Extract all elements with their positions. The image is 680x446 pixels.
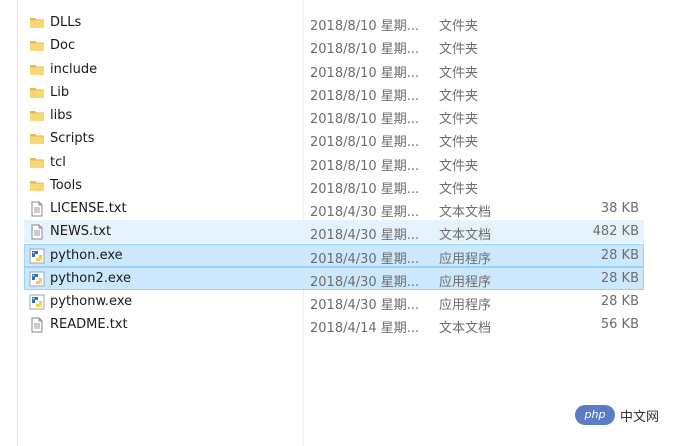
file-name: LICENSE.txt (50, 201, 127, 216)
folder-icon (29, 131, 45, 147)
file-type: 文件夹 (439, 42, 479, 58)
file-name: tcl (50, 154, 66, 170)
file-date-modified: 2018/8/10 星期... (310, 42, 420, 58)
file-date-modified: 2018/8/10 星期... (310, 112, 420, 127)
folder-icon (29, 155, 45, 171)
file-name: Scripts (50, 131, 95, 147)
watermark-text: 中文网 (620, 410, 660, 425)
file-row[interactable]: Scripts 2018/8/10 星期... 文件夹 (24, 127, 644, 150)
file-type: 文件夹 (439, 88, 479, 104)
file-row[interactable]: python.exe 2018/4/30 星期... 应用程序 28 KB (24, 243, 644, 267)
folder-icon (29, 108, 45, 124)
file-date-modified: 2018/4/14 星期... (310, 321, 420, 337)
file-name: DLLs (50, 15, 82, 30)
file-name: README.txt (50, 317, 128, 333)
file-list-pane: DLLs 2018/8/10 星期... 文件夹 Doc 2018/8/10 星期...… (0, 0, 680, 446)
file-type: 文本文档 (439, 205, 492, 220)
navigation-pane-divider[interactable] (17, 0, 18, 446)
file-type: 文件夹 (439, 19, 479, 34)
file-row[interactable]: Lib 2018/8/10 星期... 文件夹 (24, 81, 644, 104)
file-date-modified: 2018/8/10 星期... (310, 158, 420, 174)
file-type: 文件夹 (439, 112, 479, 127)
folder-icon (29, 178, 45, 194)
file-name: include (50, 61, 98, 77)
python-exe-icon (29, 271, 45, 287)
file-row[interactable]: include 2018/8/10 星期... 文件夹 (24, 58, 644, 81)
watermark-logo: php 中文网 (575, 404, 677, 426)
file-date-modified: 2018/4/30 星期... (310, 298, 420, 313)
file-row[interactable]: Doc 2018/8/10 星期... 文件夹 (24, 34, 644, 57)
file-name: python2.exe (50, 270, 131, 286)
file-row[interactable]: libs 2018/8/10 星期... 文件夹 (24, 104, 644, 127)
file-name: Tools (50, 177, 83, 193)
file-size: 482 KB (592, 224, 639, 240)
file-row[interactable]: pythonw.exe 2018/4/30 星期... 应用程序 28 KB (24, 290, 644, 313)
file-date-modified: 2018/4/30 星期... (310, 228, 420, 244)
python-exe-icon (29, 248, 45, 264)
file-type: 文件夹 (439, 181, 479, 197)
file-date-modified: 2018/8/10 星期... (310, 88, 420, 104)
file-size: 28 KB (600, 270, 639, 286)
folder-icon (29, 38, 45, 54)
file-date-modified: 2018/8/10 星期... (310, 181, 420, 197)
file-date-modified: 2018/4/30 星期... (310, 274, 420, 290)
file-row[interactable]: NEWS.txt 2018/4/30 星期... 文本文档 482 KB (24, 220, 644, 244)
file-size: 28 KB (600, 294, 639, 309)
python-exe-icon (29, 294, 45, 310)
file-row[interactable]: README.txt 2018/4/14 星期... 文本文档 56 KB (24, 313, 644, 336)
file-date-modified: 2018/8/10 星期... (310, 19, 420, 34)
file-date-modified: 2018/8/10 星期... (310, 65, 420, 81)
file-size: 28 KB (600, 247, 639, 263)
file-name: pythonw.exe (50, 294, 133, 309)
file-type: 文本文档 (439, 228, 492, 244)
folder-icon (29, 85, 45, 101)
file-row[interactable]: LICENSE.txt 2018/4/30 星期... 文本文档 38 KB (24, 197, 644, 220)
file-name: NEWS.txt (50, 224, 112, 240)
file-type: 文件夹 (439, 158, 479, 174)
file-name: Lib (50, 84, 70, 100)
file-row[interactable]: Tools 2018/8/10 星期... 文件夹 (24, 174, 644, 197)
file-type: 应用程序 (439, 298, 492, 313)
file-name: python.exe (50, 247, 123, 263)
file-date-modified: 2018/8/10 星期... (310, 135, 420, 151)
file-date-modified: 2018/4/30 星期... (310, 205, 420, 220)
file-row[interactable]: tcl 2018/8/10 星期... 文件夹 (24, 151, 644, 174)
folder-icon (29, 62, 45, 78)
file-type: 应用程序 (439, 251, 492, 267)
folder-icon (29, 15, 45, 31)
file-name: Doc (50, 38, 76, 54)
file-row[interactable]: DLLs 2018/8/10 星期... 文件夹 (24, 11, 644, 34)
file-type: 文件夹 (439, 65, 479, 81)
file-name: libs (50, 108, 73, 123)
file-type: 应用程序 (439, 274, 492, 290)
file-size: 56 KB (600, 317, 639, 333)
text-file-icon (29, 224, 45, 240)
watermark-badge: php (575, 405, 615, 425)
text-file-icon (29, 317, 45, 333)
file-row[interactable]: python2.exe 2018/4/30 星期... 应用程序 28 KB (24, 266, 644, 290)
file-type: 文本文档 (439, 321, 492, 337)
text-file-icon (29, 201, 45, 217)
file-date-modified: 2018/4/30 星期... (310, 251, 420, 267)
file-size: 38 KB (600, 201, 639, 216)
file-type: 文件夹 (439, 135, 479, 151)
